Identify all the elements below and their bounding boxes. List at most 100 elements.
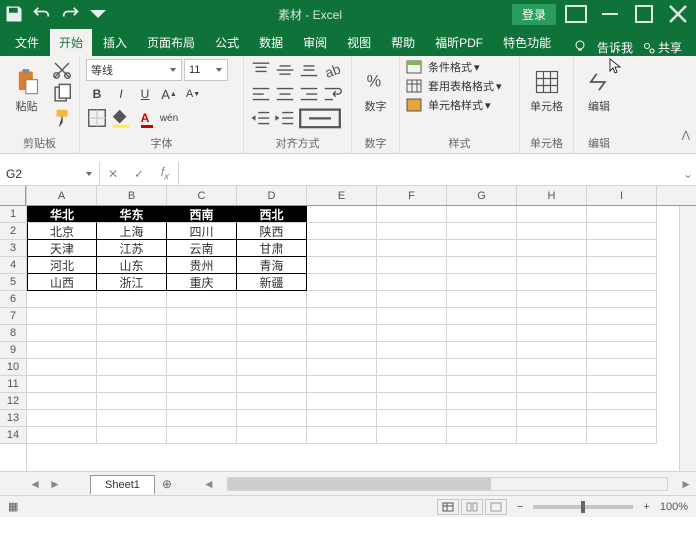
cell[interactable] xyxy=(377,359,447,376)
cell[interactable]: 浙江 xyxy=(97,274,167,291)
cell[interactable] xyxy=(97,410,167,427)
merge-icon[interactable] xyxy=(298,107,342,129)
cell[interactable] xyxy=(27,291,97,308)
cell[interactable] xyxy=(307,206,377,223)
row-header[interactable]: 14 xyxy=(0,427,26,444)
column-header[interactable]: H xyxy=(517,186,587,205)
cell[interactable]: 陕西 xyxy=(237,223,307,240)
cell[interactable] xyxy=(97,325,167,342)
column-header[interactable]: E xyxy=(307,186,377,205)
expand-formula-icon[interactable]: ⌄ xyxy=(680,162,696,185)
status-mode-icon[interactable]: ▦ xyxy=(8,500,18,513)
tab-页面布局[interactable]: 页面布局 xyxy=(138,29,204,56)
horizontal-scrollbar[interactable] xyxy=(227,477,668,491)
cell[interactable] xyxy=(167,342,237,359)
cell[interactable] xyxy=(167,427,237,444)
row-header[interactable]: 7 xyxy=(0,308,26,325)
worksheet-grid[interactable]: 1234567891011121314 ABCDEFGHI 华北华东西南西北北京… xyxy=(0,186,696,471)
cell[interactable] xyxy=(307,427,377,444)
cell[interactable] xyxy=(167,325,237,342)
cell[interactable] xyxy=(587,257,657,274)
row-header[interactable]: 3 xyxy=(0,240,26,257)
cell[interactable] xyxy=(447,410,517,427)
cell[interactable]: 河北 xyxy=(27,257,97,274)
undo-icon[interactable] xyxy=(32,4,52,24)
column-header[interactable]: I xyxy=(587,186,657,205)
tab-视图[interactable]: 视图 xyxy=(338,29,380,56)
page-layout-view-icon[interactable] xyxy=(461,499,483,515)
cell[interactable] xyxy=(447,342,517,359)
cell[interactable] xyxy=(447,291,517,308)
cell[interactable] xyxy=(237,291,307,308)
row-header[interactable]: 10 xyxy=(0,359,26,376)
column-header[interactable]: F xyxy=(377,186,447,205)
zoom-level[interactable]: 100% xyxy=(660,501,688,513)
cell[interactable] xyxy=(587,291,657,308)
hscroll-right-icon[interactable]: ► xyxy=(676,477,696,491)
cell[interactable] xyxy=(237,393,307,410)
cell[interactable] xyxy=(447,274,517,291)
cell[interactable]: 华北 xyxy=(27,206,97,223)
name-box[interactable]: G2 xyxy=(0,162,100,185)
collapse-ribbon-icon[interactable]: ⋀ xyxy=(682,130,690,141)
cell[interactable] xyxy=(27,325,97,342)
cell[interactable] xyxy=(237,308,307,325)
cell[interactable] xyxy=(517,291,587,308)
column-header[interactable]: D xyxy=(237,186,307,205)
cell[interactable] xyxy=(27,410,97,427)
cell[interactable]: 青海 xyxy=(237,257,307,274)
maximize-icon[interactable] xyxy=(630,3,658,25)
increase-indent-icon[interactable] xyxy=(274,107,296,129)
align-bottom-icon[interactable] xyxy=(298,59,320,81)
cell[interactable]: 重庆 xyxy=(167,274,237,291)
cell[interactable]: 天津 xyxy=(27,240,97,257)
cell[interactable] xyxy=(587,393,657,410)
cell[interactable] xyxy=(237,325,307,342)
tab-数据[interactable]: 数据 xyxy=(250,29,292,56)
ribbon-options-icon[interactable] xyxy=(562,3,590,25)
cell[interactable] xyxy=(517,308,587,325)
cell[interactable] xyxy=(447,308,517,325)
cell[interactable]: 上海 xyxy=(97,223,167,240)
cell[interactable] xyxy=(27,308,97,325)
cell[interactable] xyxy=(167,410,237,427)
cell[interactable] xyxy=(307,291,377,308)
cell[interactable] xyxy=(307,240,377,257)
cell[interactable] xyxy=(307,410,377,427)
normal-view-icon[interactable] xyxy=(437,499,459,515)
bold-button[interactable]: B xyxy=(86,83,108,105)
cell[interactable]: 华东 xyxy=(97,206,167,223)
decrease-font-icon[interactable]: A▼ xyxy=(182,83,204,105)
cell[interactable] xyxy=(307,257,377,274)
column-header[interactable]: B xyxy=(97,186,167,205)
lightbulb-icon[interactable] xyxy=(573,39,587,56)
cell[interactable]: 新疆 xyxy=(237,274,307,291)
cell[interactable] xyxy=(447,376,517,393)
copy-icon[interactable] xyxy=(51,83,73,105)
fill-color-icon[interactable] xyxy=(110,107,132,129)
tab-特色功能[interactable]: 特色功能 xyxy=(494,29,560,56)
cell[interactable]: 云南 xyxy=(167,240,237,257)
row-header[interactable]: 8 xyxy=(0,325,26,342)
cell[interactable] xyxy=(517,410,587,427)
cell[interactable]: 贵州 xyxy=(167,257,237,274)
cell[interactable] xyxy=(377,393,447,410)
cell[interactable] xyxy=(517,257,587,274)
number-format-button[interactable]: % 数字 xyxy=(358,59,393,123)
qat-dropdown-icon[interactable] xyxy=(88,4,108,24)
cell[interactable] xyxy=(517,274,587,291)
cell[interactable] xyxy=(587,240,657,257)
fx-icon[interactable]: fx xyxy=(152,165,178,182)
cut-icon[interactable] xyxy=(51,59,73,81)
hscroll-left-icon[interactable]: ◄ xyxy=(199,477,219,491)
cell[interactable] xyxy=(517,223,587,240)
tab-文件[interactable]: 文件 xyxy=(6,29,48,56)
cell[interactable] xyxy=(167,308,237,325)
cell[interactable] xyxy=(587,274,657,291)
cell[interactable] xyxy=(27,393,97,410)
cell[interactable] xyxy=(97,376,167,393)
cell[interactable] xyxy=(377,274,447,291)
cell[interactable] xyxy=(307,308,377,325)
cell[interactable] xyxy=(307,325,377,342)
page-break-view-icon[interactable] xyxy=(485,499,507,515)
